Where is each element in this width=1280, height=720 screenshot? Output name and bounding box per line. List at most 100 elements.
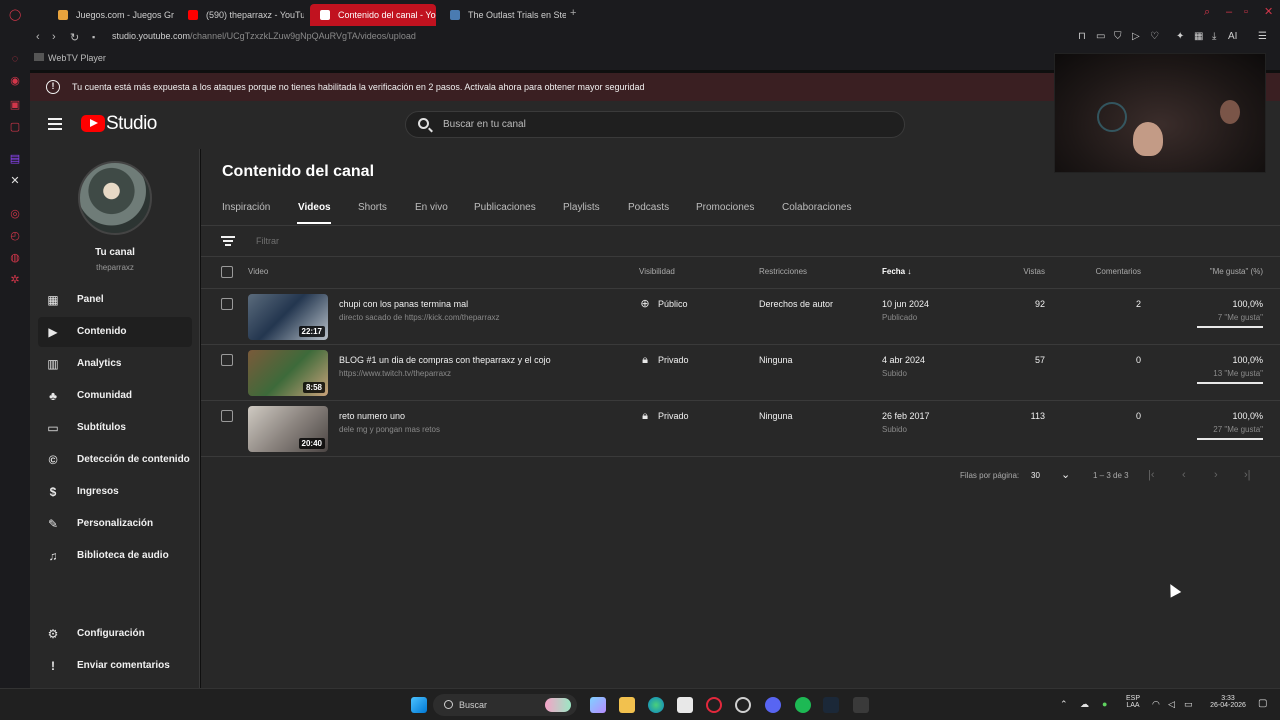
volume-icon[interactable]: ◁	[1168, 699, 1175, 710]
youtube-logo-icon[interactable]	[81, 115, 105, 132]
visibility-value[interactable]: Privado	[658, 355, 689, 365]
forward-icon[interactable]: ›	[52, 31, 56, 43]
browser-tab[interactable]: Juegos.com - Juegos Gra	[48, 4, 174, 26]
hamburger-menu-icon[interactable]	[48, 118, 62, 130]
cloud-icon[interactable]: ☁	[1080, 699, 1089, 710]
column-header-restrictions[interactable]: Restricciones	[759, 267, 807, 276]
tab-playlists[interactable]: Playlists	[563, 202, 600, 213]
search-tabs-icon[interactable]: ⌕	[1204, 6, 1210, 19]
tab-videos[interactable]: Videos	[298, 202, 331, 213]
row-checkbox[interactable]	[221, 298, 233, 310]
snapshot-icon[interactable]: ▭	[1096, 32, 1106, 42]
menu-icon[interactable]: ☰	[1258, 32, 1268, 42]
battery-icon[interactable]: ▭	[1184, 699, 1193, 710]
video-thumbnail[interactable]: 22:17	[248, 294, 328, 340]
edge-icon[interactable]	[648, 697, 664, 713]
discord-icon[interactable]	[765, 697, 781, 713]
row-checkbox[interactable]	[221, 354, 233, 366]
ai-icon[interactable]: AI	[1228, 32, 1244, 42]
filter-icon[interactable]	[221, 236, 235, 246]
visibility-value[interactable]: Público	[658, 299, 688, 309]
microphone-icon[interactable]: ●	[1102, 699, 1107, 709]
player-icon[interactable]: ◎	[9, 208, 21, 220]
sidebar-item-ingresos[interactable]: $ Ingresos	[38, 477, 192, 507]
sidebar-item-personalizacion[interactable]: ✎ Personalización	[38, 509, 192, 539]
browser-tab[interactable]: (590) theparraxz - YouTu	[178, 4, 304, 26]
sidebar-item-contenido[interactable]: ▶ Contenido	[38, 317, 192, 347]
tab-inspiracion[interactable]: Inspiración	[222, 202, 270, 213]
spotify-icon[interactable]	[795, 697, 811, 713]
sidebar-item-biblioteca[interactable]: ♫ Biblioteca de audio	[38, 541, 192, 571]
copilot-icon[interactable]	[590, 697, 606, 713]
x-icon[interactable]: ✕	[9, 175, 21, 187]
tab-en-vivo[interactable]: En vivo	[415, 202, 448, 213]
downloads-icon[interactable]: ◍	[9, 252, 21, 264]
tab-colaboraciones[interactable]: Colaboraciones	[782, 202, 852, 213]
sidebar-item-enviar-comentarios[interactable]: ! Enviar comentarios	[38, 651, 192, 681]
chrome-icon[interactable]	[735, 697, 751, 713]
wallet-icon[interactable]: ▦	[1194, 32, 1204, 42]
opera-icon[interactable]: ◯	[9, 9, 21, 21]
play-icon[interactable]: ▷	[1132, 32, 1142, 42]
sidebar-item-panel[interactable]: ▦ Panel	[38, 285, 192, 315]
column-header-views[interactable]: Vistas	[1023, 267, 1045, 276]
sidebar-item-analytics[interactable]: ▥ Analytics	[38, 349, 192, 379]
minimize-icon[interactable]: –	[1226, 6, 1232, 18]
browser-tab-active[interactable]: Contenido del canal - You	[310, 4, 436, 26]
select-all-checkbox[interactable]	[221, 266, 233, 278]
video-title[interactable]: chupi con los panas termina mal	[339, 299, 468, 309]
restrictions-value[interactable]: Ninguna	[759, 355, 793, 365]
restrictions-value[interactable]: Derechos de autor	[759, 299, 833, 309]
pin-icon[interactable]: ⊓	[1078, 32, 1088, 42]
clock[interactable]: 3:33 26-04-2026	[1206, 695, 1250, 709]
filter-input[interactable]: Filtrar	[256, 236, 279, 246]
taskbar-search[interactable]: Buscar	[433, 694, 577, 716]
video-thumbnail[interactable]: 8:58	[248, 350, 328, 396]
app-icon[interactable]	[853, 697, 869, 713]
history-icon[interactable]: ◴	[9, 230, 21, 242]
opera-gx-icon[interactable]	[706, 697, 722, 713]
chevron-down-icon[interactable]: ⌄	[1061, 468, 1070, 481]
first-page-icon[interactable]: |‹	[1148, 469, 1155, 481]
column-header-likes[interactable]: "Me gusta" (%)	[1210, 267, 1263, 276]
restrictions-value[interactable]: Ninguna	[759, 411, 793, 421]
next-page-icon[interactable]: ›	[1214, 469, 1218, 481]
back-icon[interactable]: ‹	[36, 31, 40, 43]
rows-per-page-select[interactable]: 30	[1031, 471, 1040, 480]
close-window-icon[interactable]: ✕	[1264, 5, 1273, 18]
browser-tab[interactable]: The Outlast Trials en Stea	[440, 4, 566, 26]
video-thumbnail[interactable]: 20:40	[248, 406, 328, 452]
instagram-icon[interactable]: ▢	[9, 121, 21, 133]
table-row[interactable]: 22:17 chupi con los panas termina mal di…	[201, 289, 1280, 345]
shield-icon[interactable]: ⛉	[1114, 32, 1124, 42]
video-title[interactable]: BLOG #1 un dia de compras con theparraxz…	[339, 355, 551, 365]
sidebar-item-deteccion[interactable]: © Detección de contenido	[38, 445, 192, 475]
twitch-icon[interactable]: ▤	[9, 153, 21, 165]
language-indicator[interactable]: ESP LAA	[1124, 695, 1142, 709]
reload-icon[interactable]: ↻	[70, 31, 79, 44]
file-explorer-icon[interactable]	[619, 697, 635, 713]
whatsapp-icon[interactable]: ▣	[9, 99, 21, 111]
aria-icon[interactable]: ◌	[9, 53, 21, 65]
column-header-comments[interactable]: Comentarios	[1096, 267, 1141, 276]
sidebar-item-subtitulos[interactable]: ▭ Subtítulos	[38, 413, 192, 443]
tab-shorts[interactable]: Shorts	[358, 202, 387, 213]
messenger-icon[interactable]: ◉	[9, 75, 21, 87]
settings-icon[interactable]: ✲	[9, 274, 21, 286]
download-icon[interactable]: ⤓	[1212, 32, 1222, 42]
row-checkbox[interactable]	[221, 410, 233, 422]
visibility-value[interactable]: Privado	[658, 411, 689, 421]
tab-publicaciones[interactable]: Publicaciones	[474, 202, 536, 213]
store-icon[interactable]	[677, 697, 693, 713]
table-row[interactable]: 8:58 BLOG #1 un dia de compras con thepa…	[201, 345, 1280, 401]
channel-avatar[interactable]	[78, 161, 152, 235]
wifi-icon[interactable]: ◠	[1152, 699, 1160, 710]
extensions-icon[interactable]: ✦	[1176, 32, 1186, 42]
url-field[interactable]: studio.youtube.com/channel/UCgTzxzkLZuw9…	[112, 31, 416, 41]
new-tab-icon[interactable]: +	[570, 7, 576, 19]
maximize-icon[interactable]: ▫	[1244, 6, 1248, 18]
sidebar-item-comunidad[interactable]: ♣ Comunidad	[38, 381, 192, 411]
table-row[interactable]: 20:40 reto numero uno dele mg y pongan m…	[201, 401, 1280, 457]
steam-icon[interactable]	[823, 697, 839, 713]
previous-page-icon[interactable]: ‹	[1182, 469, 1186, 481]
